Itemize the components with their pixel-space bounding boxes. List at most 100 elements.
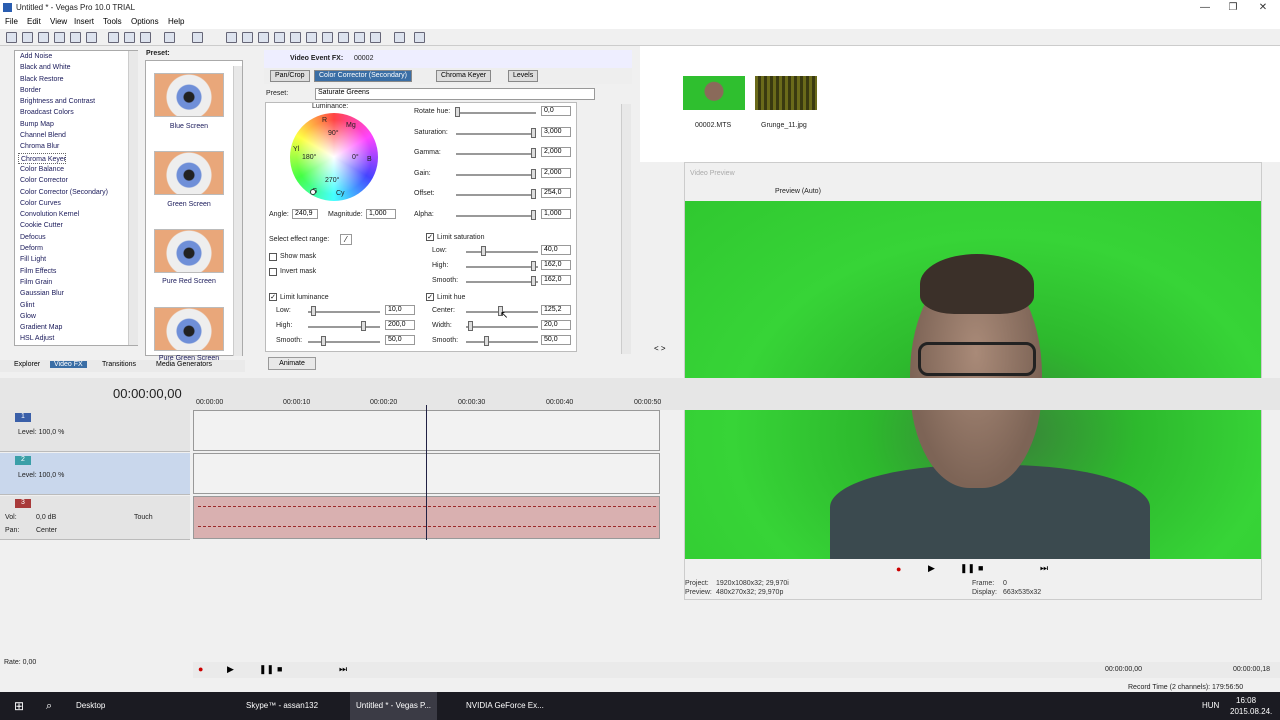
offset-handle[interactable] [531,189,536,199]
tab-explorer[interactable]: Explorer [10,361,44,368]
lum-high-handle[interactable] [361,321,366,331]
alpha-track[interactable] [456,215,536,217]
fx-item[interactable]: Film Grain [15,277,137,288]
copy-icon[interactable] [124,32,135,43]
lum-high-field[interactable]: 200,0 [385,320,415,330]
gain-track[interactable] [456,174,536,176]
sat-high-field[interactable]: 162,0 [541,260,571,270]
menu-help[interactable]: Help [168,17,184,26]
show-mask-checkbox[interactable] [269,253,277,261]
record-icon[interactable]: ● [198,664,203,674]
magnitude-field[interactable]: 1,000 [366,209,396,219]
fx-item[interactable]: Bump Map [15,119,137,130]
save-as-icon[interactable] [54,32,65,43]
gain-field[interactable]: 2,000 [541,168,571,178]
pause-icon[interactable]: ❚❚ [960,563,975,574]
save-icon[interactable] [38,32,49,43]
offset-track[interactable] [456,194,536,196]
hue-center-field[interactable]: 125,2 [541,305,571,315]
lum-high-track[interactable] [308,326,380,328]
rotate-hue-track[interactable] [456,112,536,114]
record-icon[interactable]: ● [896,564,901,574]
rotate-hue-field[interactable]: 0,0 [541,106,571,116]
fx-item[interactable]: Color Corrector [15,175,137,186]
tab-video-fx[interactable]: Video FX [50,361,87,368]
sat-high-track[interactable] [466,266,538,268]
render-icon[interactable] [70,32,81,43]
fx-item[interactable]: Brightness and Contrast [15,96,137,107]
limit-saturation-checkbox[interactable]: ✓ [426,233,434,241]
fx-item[interactable]: Border [15,85,137,96]
stop-icon[interactable]: ■ [978,563,983,573]
preset-thumb-blue-screen[interactable] [154,73,224,117]
next-frame-icon[interactable]: ⏭ [1040,563,1048,574]
zoom-tool-icon[interactable] [274,32,285,43]
sat-smooth-track[interactable] [466,281,538,283]
normal-edit-tool-icon[interactable] [226,32,237,43]
alpha-field[interactable]: 1,000 [541,209,571,219]
redo-icon[interactable] [192,32,203,43]
touch-mode[interactable]: Touch [134,514,153,521]
media-thumb-00002[interactable] [683,76,745,110]
fx-item[interactable]: Convolution Kernel [15,209,137,220]
auto-ripple-icon[interactable] [306,32,317,43]
fx-item[interactable]: Chroma Blur [15,141,137,152]
tab-levels[interactable]: Levels [508,70,539,82]
sat-smooth-field[interactable]: 162,0 [541,275,571,285]
hue-width-track[interactable] [466,326,538,328]
alpha-handle[interactable] [531,210,536,220]
fx-item[interactable]: Color Balance [15,164,137,175]
clock-time[interactable]: 16:08 [1236,696,1256,705]
fx-item[interactable]: Broadcast Colors [15,107,137,118]
lum-low-track[interactable] [308,311,380,313]
open-icon[interactable] [22,32,33,43]
media-nav-arrows-icon[interactable]: < > [654,344,666,353]
angle-field[interactable]: 240,9 [292,209,318,219]
lum-low-handle[interactable] [311,306,316,316]
next-frame-icon[interactable]: ⏭ [339,664,347,675]
minimize-button[interactable]: — [1190,0,1220,16]
menu-options[interactable]: Options [131,17,159,26]
fx-item-selected[interactable]: Chroma Keyer [18,152,66,164]
properties-icon[interactable] [86,32,97,43]
sat-smooth-handle[interactable] [531,276,536,286]
taskbar-item-vegas[interactable]: Untitled * - Vegas P... [350,692,438,720]
lum-low-field[interactable]: 10,0 [385,305,415,315]
offset-field[interactable]: 254,0 [541,188,571,198]
pause-icon[interactable]: ❚❚ [259,664,274,675]
preset-scrollbar[interactable] [233,66,242,356]
undo-icon[interactable] [164,32,175,43]
gamma-track[interactable] [456,153,536,155]
preset-thumb-green-screen[interactable] [154,151,224,195]
saturation-field[interactable]: 3,000 [541,127,571,137]
fx-item[interactable]: HSL Adjust [15,333,137,344]
play-icon[interactable]: ▶ [227,664,234,675]
menu-insert[interactable]: Insert [74,17,94,26]
lum-smooth-handle[interactable] [321,336,326,346]
eyedropper-icon[interactable]: ⁄ [340,234,352,245]
fx-item[interactable]: Defocus [15,232,137,243]
taskbar-item-nvidia[interactable]: NVIDIA GeForce Ex... [460,692,550,720]
crossfade-icon[interactable] [354,32,365,43]
lum-smooth-track[interactable] [308,341,380,343]
playhead-cursor[interactable] [426,405,427,540]
video-track-2-header[interactable]: 2 Level: 100,0 % [0,453,190,495]
hue-width-field[interactable]: 20,0 [541,320,571,330]
sat-low-track[interactable] [466,251,538,253]
cut-icon[interactable] [108,32,119,43]
fx-item[interactable]: Cookie Cutter [15,220,137,231]
limit-hue-checkbox[interactable]: ✓ [426,293,434,301]
hue-smooth-handle[interactable] [484,336,489,346]
maximize-button[interactable]: ❐ [1218,0,1248,16]
gain-handle[interactable] [531,169,536,179]
video-fx-list[interactable]: Add Noise Black and White Black Restore … [14,50,138,346]
menu-tools[interactable]: Tools [103,17,122,26]
fx-item[interactable]: Black and White [15,62,137,73]
search-icon[interactable]: ⌕ [40,692,58,720]
gamma-handle[interactable] [531,148,536,158]
tab-transitions[interactable]: Transitions [98,361,140,368]
fx-item[interactable]: Black Restore [15,74,137,85]
fx-preset-select[interactable]: Saturate Greens [315,88,595,100]
fx-panel-scrollbar[interactable] [621,104,631,354]
selection-tool-icon[interactable] [258,32,269,43]
